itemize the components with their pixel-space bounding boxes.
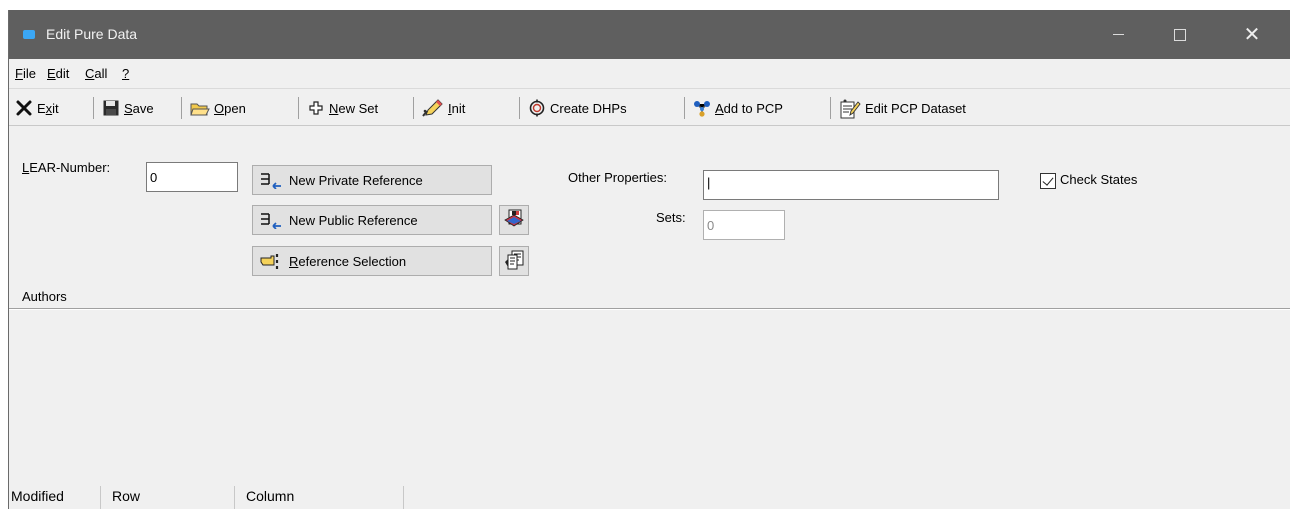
- new-set-button[interactable]: New Set: [307, 98, 378, 118]
- exit-button[interactable]: Ex it: [15, 98, 59, 118]
- title-bar: Edit Pure Data ✕: [9, 10, 1290, 59]
- menu-call[interactable]: Call: [85, 66, 107, 81]
- molecule-icon: [693, 99, 711, 117]
- reference-selection-action-button[interactable]: [499, 246, 529, 276]
- maximize-button[interactable]: [1157, 10, 1203, 59]
- create-dhps-button[interactable]: Create DHPs: [528, 98, 627, 118]
- authors-label: Authors: [22, 289, 67, 304]
- toolbar-separator: [298, 97, 299, 119]
- toolbar-separator: [413, 97, 414, 119]
- minimize-icon: [1112, 34, 1124, 35]
- panel-divider: [9, 308, 1290, 310]
- toolbar-separator: [93, 97, 94, 119]
- folder-open-icon: [190, 99, 210, 117]
- public-reference-action-button[interactable]: [499, 205, 529, 235]
- status-separator: [100, 486, 101, 509]
- x-mark-icon: [15, 99, 33, 117]
- list-arrow-icon: [259, 171, 285, 190]
- toolbar-separator: [684, 97, 685, 119]
- book-card-icon: [504, 209, 524, 232]
- init-button[interactable]: Init: [422, 98, 465, 118]
- maximize-icon: [1174, 28, 1186, 41]
- app-icon: [23, 30, 35, 39]
- menu-edit[interactable]: Edit: [47, 66, 69, 81]
- edit-pcp-dataset-button[interactable]: Edit PCP Dataset: [839, 98, 966, 119]
- reference-form: LEAR-Number: New Private Reference New P…: [9, 153, 1290, 308]
- status-separator: [234, 486, 235, 509]
- toolbar-separator: [519, 97, 520, 119]
- add-to-pcp-button[interactable]: Add to PCP: [693, 98, 783, 118]
- sets-label: Sets:: [656, 210, 686, 225]
- menu-help[interactable]: ?: [122, 66, 129, 81]
- toolbar-separator: [181, 97, 182, 119]
- open-button[interactable]: Open: [190, 98, 246, 118]
- status-separator: [403, 486, 404, 509]
- check-states-checkbox[interactable]: [1040, 173, 1056, 189]
- minimize-button[interactable]: [1095, 10, 1141, 59]
- document-edit-icon: [839, 99, 861, 119]
- close-button[interactable]: ✕: [1229, 10, 1275, 59]
- pointing-hand-icon: [259, 252, 285, 270]
- lear-number-label: LEAR-Number:: [22, 160, 111, 175]
- floppy-disk-icon: [102, 99, 120, 117]
- edit-pure-data-window: Edit Pure Data ✕ File Edit Call ? Ex it S…: [8, 10, 1290, 509]
- close-icon: ✕: [1243, 24, 1261, 46]
- check-states-label[interactable]: Check States: [1060, 172, 1137, 187]
- document-stack-icon: [504, 250, 524, 273]
- list-arrow-icon: [259, 211, 285, 230]
- pencil-eraser-icon: [422, 99, 444, 117]
- save-button[interactable]: Save: [102, 98, 154, 118]
- circle-arrows-icon: [528, 99, 546, 117]
- new-public-reference-button[interactable]: New Public Reference: [252, 205, 492, 235]
- toolbar: Ex it Save Open New Set I nit Create DHP…: [9, 90, 1290, 126]
- plus-cross-icon: [307, 99, 325, 117]
- other-properties-label: Other Properties:: [568, 170, 667, 185]
- new-private-reference-button[interactable]: New Private Reference: [252, 165, 492, 195]
- menu-file[interactable]: File: [15, 66, 36, 81]
- status-column: Column: [246, 488, 295, 504]
- lear-number-field[interactable]: [146, 162, 238, 192]
- toolbar-separator: [830, 97, 831, 119]
- reference-selection-button[interactable]: Reference Selection: [252, 246, 492, 276]
- status-row: Row: [112, 488, 141, 504]
- sets-field: [703, 210, 785, 240]
- window-title: Edit Pure Data: [46, 26, 138, 42]
- menu-bar: File Edit Call ?: [9, 59, 1290, 89]
- other-properties-field[interactable]: |: [703, 170, 999, 200]
- status-bar: Modified Row Column: [9, 484, 1290, 509]
- status-modified: Modified: [11, 488, 64, 504]
